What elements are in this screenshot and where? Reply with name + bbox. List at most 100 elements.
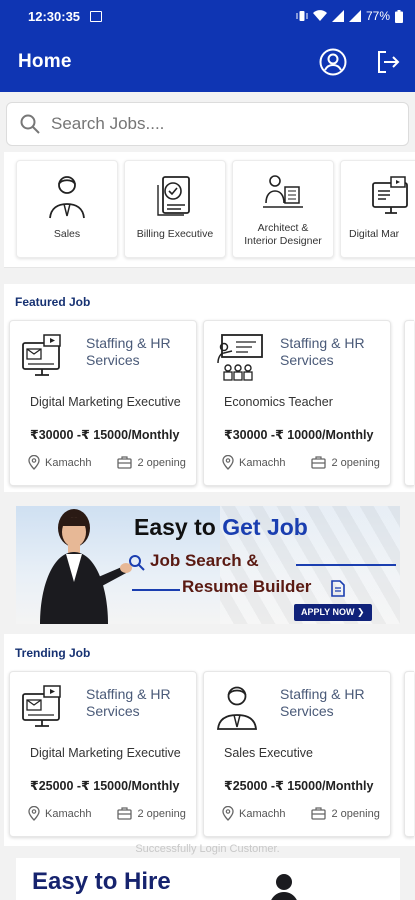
company-line2: Services <box>280 352 334 368</box>
job-meta: Kamachh 2 opening <box>28 806 186 821</box>
location-pin-icon <box>222 455 234 470</box>
digital-marketing-icon <box>372 176 408 214</box>
category-label: Billing Executive <box>136 228 214 240</box>
category-label-line1: Architect & <box>257 222 309 234</box>
company-name: Staffing & HR Services <box>86 335 191 369</box>
category-label: Digital Mar <box>349 228 400 240</box>
status-bar: 12:30:35 77% <box>0 0 415 32</box>
status-time: 12:30:35 <box>28 8 81 24</box>
job-salary: ₹30000 -₹ 15000/Monthly <box>30 428 180 442</box>
company-name: Staffing & HR Services <box>280 686 385 720</box>
apply-now-button[interactable]: APPLY NOW ❯ <box>294 604 372 621</box>
briefcase-icon <box>311 807 327 820</box>
job-location: Kamachh <box>45 807 92 820</box>
teacher-icon <box>217 334 263 381</box>
businessman-icon <box>217 686 257 730</box>
search-bar[interactable] <box>6 102 409 146</box>
job-role: Digital Marketing Executive <box>30 746 181 760</box>
job-location: Kamachh <box>45 456 92 469</box>
company-line1: Staffing & HR <box>280 686 365 702</box>
job-salary: ₹30000 -₹ 10000/Monthly <box>224 428 374 442</box>
category-label: Sales <box>53 228 81 240</box>
job-location: Kamachh <box>239 456 286 469</box>
job-openings: 2 opening <box>137 456 186 469</box>
architect-icon <box>263 175 303 208</box>
app-bar: Home <box>0 32 415 92</box>
profile-icon[interactable] <box>319 48 347 76</box>
banner-headline-part2: Get Job <box>222 514 308 540</box>
company-line2: Services <box>280 703 334 719</box>
location-pin-icon <box>28 455 40 470</box>
digital-marketing-icon <box>22 685 61 727</box>
briefcase-icon <box>117 807 133 820</box>
category-digital-marketing[interactable]: Digital Mar <box>340 160 415 258</box>
category-list: Sales Billing Executive Architect & Inter… <box>4 152 415 268</box>
trending-job-card-1[interactable]: Staffing & HR Services Digital Marketing … <box>9 671 197 837</box>
promo-banner-get-job[interactable]: Easy to Get Job Job Search & Resume Buil… <box>16 506 400 624</box>
logout-icon[interactable] <box>375 49 401 75</box>
search-icon <box>20 114 40 134</box>
search-input[interactable] <box>51 114 371 134</box>
job-meta: Kamachh 2 opening <box>28 455 186 470</box>
company-line1: Staffing & HR <box>86 686 171 702</box>
toast-message: Successfully Login Customer. <box>135 843 280 855</box>
banner-divider-2 <box>132 589 180 591</box>
signal-icon <box>331 10 344 22</box>
banner-woman-image <box>40 509 132 624</box>
battery-percent: 77% <box>365 9 390 23</box>
job-openings: 2 opening <box>331 456 380 469</box>
page-title: Home <box>18 51 72 72</box>
promo-banner-hire[interactable]: Easy to Hire <box>16 858 400 900</box>
job-role: Digital Marketing Executive <box>30 395 181 409</box>
category-sales[interactable]: Sales <box>16 160 118 258</box>
wifi-icon <box>312 10 327 21</box>
trending-job-card-2[interactable]: Staffing & HR Services Sales Executive ₹2… <box>203 671 391 837</box>
category-label-line2: Interior Designer <box>244 235 322 247</box>
search-icon <box>129 555 145 571</box>
company-line1: Staffing & HR <box>86 335 171 351</box>
job-meta: Kamachh 2 opening <box>222 806 380 821</box>
trending-job-title: Trending Job <box>15 646 91 660</box>
featured-job-card-2[interactable]: Staffing & HR Services Economics Teacher … <box>203 320 391 486</box>
category-billing-executive[interactable]: Billing Executive <box>124 160 226 258</box>
job-openings: 2 opening <box>331 807 380 820</box>
banner-line2: Job Search & <box>150 551 259 570</box>
company-line1: Staffing & HR <box>280 335 365 351</box>
gallery-notification-icon <box>90 10 103 22</box>
location-pin-icon <box>222 806 234 821</box>
job-openings: 2 opening <box>137 807 186 820</box>
company-line2: Services <box>86 352 140 368</box>
battery-icon <box>395 9 403 23</box>
category-architect-interior-designer[interactable]: Architect & Interior Designer <box>232 160 334 258</box>
job-location: Kamachh <box>239 807 286 820</box>
billing-icon <box>157 176 190 216</box>
signal-icon-2 <box>348 10 361 22</box>
company-line2: Services <box>86 703 140 719</box>
document-icon <box>331 580 345 597</box>
hire-banner-person-image <box>271 874 297 900</box>
location-pin-icon <box>28 806 40 821</box>
digital-marketing-icon <box>22 334 61 376</box>
company-name: Staffing & HR Services <box>280 335 385 369</box>
briefcase-icon <box>117 456 133 469</box>
company-name: Staffing & HR Services <box>86 686 191 720</box>
category-label: Architect & Interior Designer <box>233 222 333 248</box>
job-salary: ₹25000 -₹ 15000/Monthly <box>224 779 374 793</box>
job-role: Economics Teacher <box>224 395 333 409</box>
status-icons: 77% <box>296 9 403 23</box>
featured-job-title: Featured Job <box>15 295 91 309</box>
featured-job-card-peek[interactable] <box>404 320 414 486</box>
banner-divider <box>296 564 396 566</box>
briefcase-icon <box>311 456 327 469</box>
banner-line3: Resume Builder <box>182 577 312 596</box>
job-salary: ₹25000 -₹ 15000/Monthly <box>30 779 180 793</box>
businessman-icon <box>49 176 85 219</box>
hire-banner-headline: Easy to Hire <box>32 868 171 895</box>
vibrate-icon <box>296 11 308 21</box>
featured-job-card-1[interactable]: Staffing & HR Services Digital Marketing … <box>9 320 197 486</box>
banner-headline-part1: Easy to <box>134 514 223 540</box>
job-role: Sales Executive <box>224 746 313 760</box>
trending-job-card-peek[interactable] <box>404 671 414 837</box>
job-meta: Kamachh 2 opening <box>222 455 380 470</box>
banner-headline: Easy to Get Job <box>134 514 308 541</box>
